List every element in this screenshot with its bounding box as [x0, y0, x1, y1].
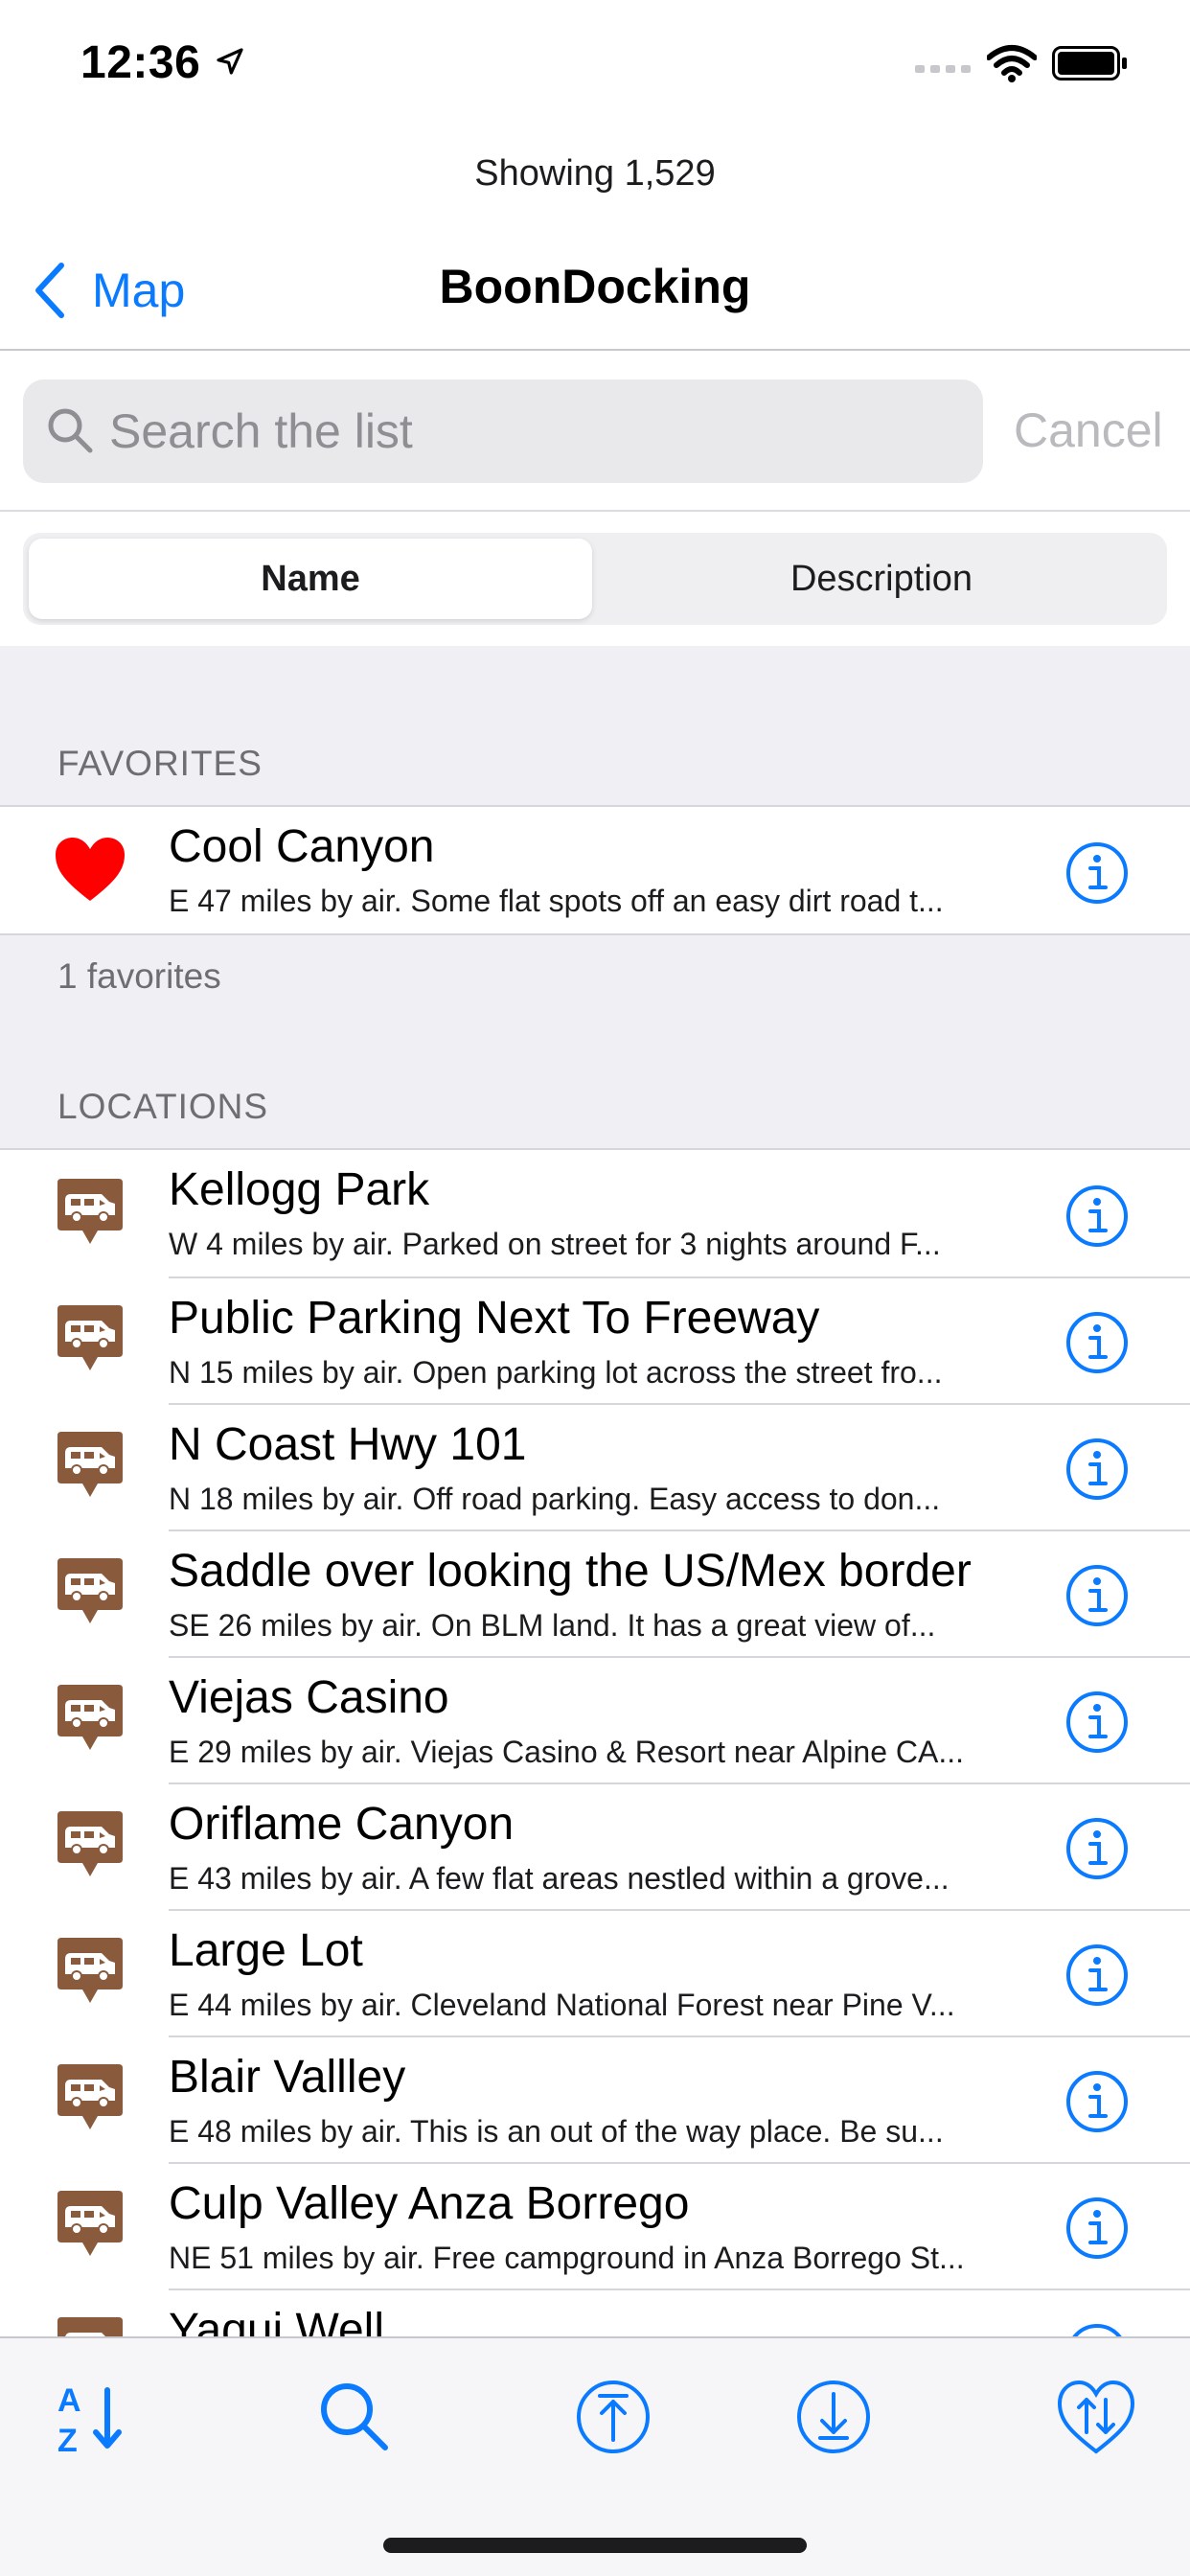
- item-subtitle: E 44 miles by air. Cleveland National Fo…: [169, 1988, 955, 2022]
- info-icon[interactable]: [1065, 1817, 1129, 1880]
- item-title: Large Lot: [169, 1925, 363, 1976]
- item-subtitle: E 43 miles by air. A few flat areas nest…: [169, 1861, 950, 1896]
- info-icon[interactable]: [1065, 1438, 1129, 1501]
- sort-az-icon[interactable]: A Z: [52, 2377, 132, 2457]
- svg-text:A: A: [57, 2382, 81, 2419]
- favorites-header: FAVORITES: [57, 744, 263, 783]
- page-title: BoonDocking: [439, 260, 751, 313]
- rv-camper-pin-icon: [57, 1685, 123, 1750]
- rv-camper-pin-icon: [57, 2064, 123, 2129]
- item-subtitle: E 47 miles by air. Some flat spots off a…: [169, 884, 944, 918]
- navigation-bar: Map BoonDocking: [0, 230, 1190, 351]
- wifi-icon: [987, 45, 1037, 82]
- info-icon[interactable]: [1065, 1184, 1129, 1248]
- list-item[interactable]: Oriflame Canyon E 43 miles by air. A few …: [0, 1782, 1190, 1909]
- info-icon[interactable]: [1065, 2196, 1129, 2260]
- locations-list: Kellogg Park W 4 miles by air. Parked on …: [0, 1148, 1190, 2342]
- battery-icon: [1052, 46, 1127, 80]
- item-title: Saddle over looking the US/Mex border: [169, 1546, 972, 1597]
- info-icon[interactable]: [1065, 1690, 1129, 1754]
- item-title: Viejas Casino: [169, 1672, 449, 1723]
- item-title: N Coast Hwy 101: [169, 1419, 527, 1470]
- item-title: Blair Vallley: [169, 2052, 406, 2103]
- list-item[interactable]: Cool Canyon E 47 miles by air. Some flat…: [0, 807, 1190, 933]
- cancel-button[interactable]: Cancel: [1014, 402, 1163, 458]
- item-subtitle: E 29 miles by air. Viejas Casino & Resor…: [169, 1735, 965, 1769]
- cellular-signal-icon: [915, 65, 971, 73]
- item-subtitle: SE 26 miles by air. On BLM land. It has …: [169, 1608, 936, 1643]
- favorites-footer: 1 favorites: [57, 956, 221, 996]
- list-item[interactable]: Viejas Casino E 29 miles by air. Viejas C…: [0, 1656, 1190, 1782]
- list-item[interactable]: Kellogg Park W 4 miles by air. Parked on …: [0, 1150, 1190, 1276]
- list-item[interactable]: Blair Vallley E 48 miles by air. This is …: [0, 2036, 1190, 2162]
- locations-header: LOCATIONS: [57, 1087, 269, 1126]
- list-item[interactable]: Yaqui Well: [0, 2288, 1190, 2342]
- info-icon[interactable]: [1065, 1311, 1129, 1374]
- search-field-container: [23, 380, 983, 483]
- item-title: Oriflame Canyon: [169, 1799, 515, 1850]
- rv-camper-pin-icon: [57, 1558, 123, 1623]
- showing-count: Showing 1,529: [474, 153, 716, 194]
- rv-camper-pin-icon: [57, 1938, 123, 2003]
- status-time: 12:36: [80, 37, 201, 88]
- rv-camper-pin-icon: [57, 1305, 123, 1370]
- status-bar: 12:36: [0, 0, 1190, 134]
- item-subtitle: N 18 miles by air. Off road parking. Eas…: [169, 1482, 941, 1516]
- list-item[interactable]: Large Lot E 44 miles by air. Cleveland Na…: [0, 1909, 1190, 2036]
- search-icon: [48, 408, 93, 453]
- search-icon[interactable]: [314, 2377, 395, 2457]
- info-icon[interactable]: [1065, 1564, 1129, 1627]
- info-icon[interactable]: [1065, 1944, 1129, 2007]
- list-item[interactable]: N Coast Hwy 101 N 18 miles by air. Off ro…: [0, 1403, 1190, 1530]
- home-indicator: [383, 2538, 807, 2553]
- item-title: Kellogg Park: [169, 1164, 430, 1215]
- location-arrow-icon: [217, 48, 243, 75]
- segmented-control-row: Name Description: [0, 514, 1190, 646]
- rv-camper-pin-icon: [57, 1179, 123, 1244]
- item-subtitle: N 15 miles by air. Open parking lot acro…: [169, 1355, 943, 1390]
- list-item[interactable]: Public Parking Next To Freeway N 15 miles…: [0, 1276, 1190, 1403]
- segmented-control: Name Description: [23, 533, 1167, 625]
- info-icon[interactable]: [1065, 841, 1129, 905]
- item-subtitle: NE 51 miles by air. Free campground in A…: [169, 2241, 965, 2275]
- heart-icon: [56, 838, 125, 901]
- item-title: Culp Valley Anza Borrego: [169, 2178, 690, 2229]
- rv-camper-pin-icon: [57, 2191, 123, 2256]
- favorite-sort-icon[interactable]: [1056, 2377, 1136, 2457]
- rv-camper-pin-icon: [57, 1811, 123, 1876]
- item-title: Cool Canyon: [169, 821, 435, 872]
- scroll-bottom-icon[interactable]: [793, 2377, 874, 2457]
- list-item[interactable]: Culp Valley Anza Borrego NE 51 miles by a…: [0, 2162, 1190, 2288]
- segment-name[interactable]: Name: [29, 539, 592, 619]
- search-bar: Cancel: [0, 353, 1190, 512]
- item-title: Public Parking Next To Freeway: [169, 1293, 820, 1344]
- scroll-top-icon[interactable]: [573, 2377, 653, 2457]
- svg-text:Z: Z: [57, 2423, 78, 2457]
- info-icon[interactable]: [1065, 2070, 1129, 2133]
- item-subtitle: E 48 miles by air. This is an out of the…: [169, 2114, 944, 2149]
- segment-description[interactable]: Description: [600, 539, 1163, 619]
- favorites-list: Cool Canyon E 47 miles by air. Some flat…: [0, 805, 1190, 935]
- list-item[interactable]: Saddle over looking the US/Mex border SE …: [0, 1530, 1190, 1656]
- search-input[interactable]: [109, 380, 962, 483]
- item-subtitle: W 4 miles by air. Parked on street for 3…: [169, 1227, 941, 1261]
- rv-camper-pin-icon: [57, 1432, 123, 1497]
